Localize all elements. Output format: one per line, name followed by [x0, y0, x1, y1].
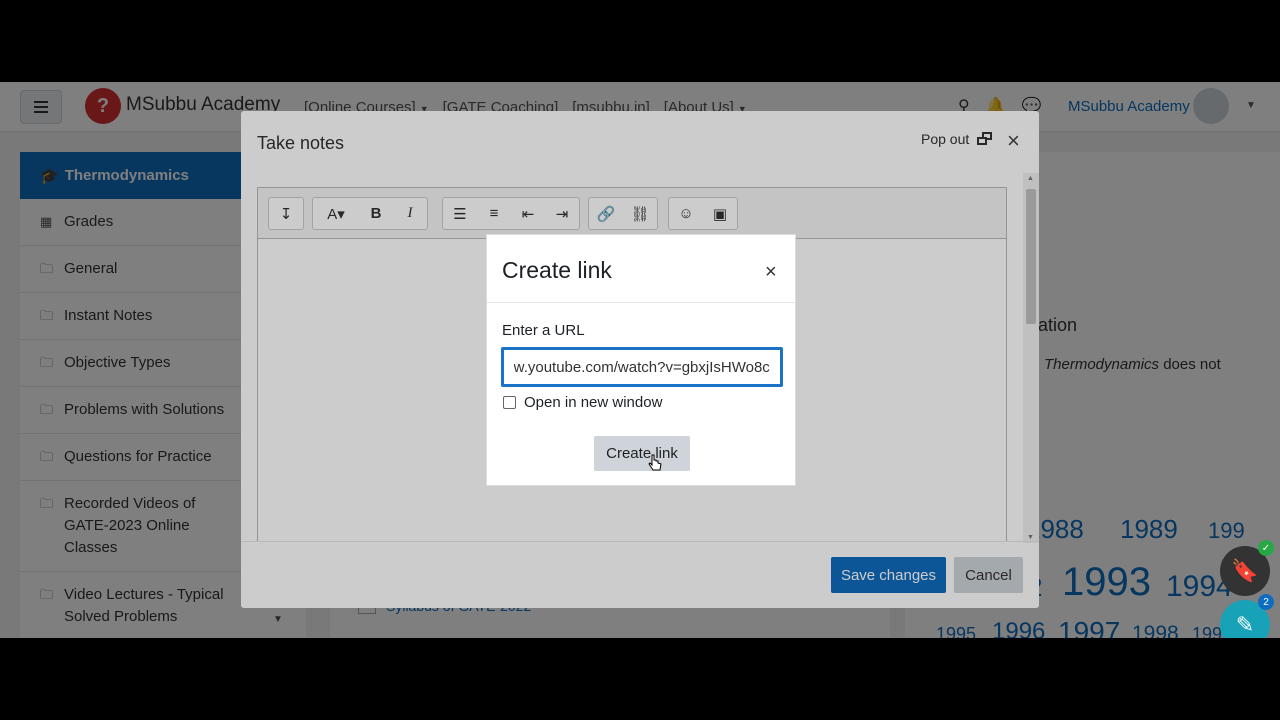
dialog-divider	[487, 302, 795, 303]
unordered-list-button[interactable]: ☰	[443, 198, 477, 229]
count-badge: 2	[1258, 594, 1274, 610]
scroll-down-icon[interactable]: ▼	[1027, 534, 1034, 541]
link-button[interactable]: 🔗	[589, 198, 623, 229]
open-new-window-option[interactable]: Open in new window	[503, 394, 662, 411]
bookmark-icon: 🔖	[1231, 558, 1259, 583]
toolbar-group: ☰ ≡ ⇤ ⇥	[442, 197, 580, 230]
italic-button[interactable]: I	[393, 198, 427, 229]
popout-label: Pop out	[921, 131, 970, 147]
popout-icon	[977, 132, 993, 146]
create-link-close-button[interactable]: ×	[765, 261, 777, 284]
edit-notes-button[interactable]: ✎ 2	[1220, 594, 1274, 638]
create-link-title: Create link	[502, 257, 612, 283]
url-input[interactable]	[501, 347, 783, 387]
check-badge: ✓	[1258, 540, 1274, 556]
notes-modal-title: Take notes	[257, 133, 345, 153]
create-link-dialog: Create link × Enter a URL Open in new wi…	[486, 234, 796, 486]
hand-cursor-icon	[648, 454, 662, 471]
collapse-toolbar-button[interactable]: ↧	[269, 198, 303, 229]
pencil-icon: ✎	[1235, 612, 1255, 637]
save-changes-button[interactable]: Save changes	[831, 557, 946, 593]
font-style-button[interactable]: A▾	[313, 198, 359, 229]
url-label: Enter a URL	[502, 322, 585, 339]
emoji-button[interactable]: ☺	[669, 198, 703, 229]
bold-button[interactable]: B	[359, 198, 393, 229]
notes-scrollbar[interactable]: ▲ ▼	[1023, 173, 1039, 543]
toolbar-group: ☺ ▣	[668, 197, 738, 230]
notes-close-button[interactable]: ×	[1007, 128, 1020, 154]
cancel-button[interactable]: Cancel	[954, 557, 1023, 593]
toolbar-group: 🔗 ⛓	[588, 197, 658, 230]
open-new-window-label: Open in new window	[524, 394, 663, 411]
ordered-list-button[interactable]: ≡	[477, 198, 511, 229]
outdent-button[interactable]: ⇤	[511, 198, 545, 229]
toolbar-group: A▾ B I	[312, 197, 428, 230]
modal-footer-divider	[241, 541, 1039, 542]
create-link-button[interactable]: Create link	[594, 436, 690, 471]
unlink-button[interactable]: ⛓	[623, 198, 657, 229]
toolbar-group: ↧	[268, 197, 304, 230]
image-button[interactable]: ▣	[703, 198, 737, 229]
scroll-up-icon[interactable]: ▲	[1027, 175, 1034, 182]
open-new-window-checkbox[interactable]	[503, 396, 516, 409]
bookmark-button[interactable]: 🔖 ✓	[1220, 540, 1274, 596]
popout-button[interactable]: Pop out	[921, 131, 993, 147]
indent-button[interactable]: ⇥	[545, 198, 579, 229]
editor-toolbar: ↧ A▾ B I ☰ ≡ ⇤ ⇥ 🔗 ⛓ ☺ ▣	[258, 188, 1006, 239]
scrollbar-thumb[interactable]	[1026, 189, 1036, 324]
